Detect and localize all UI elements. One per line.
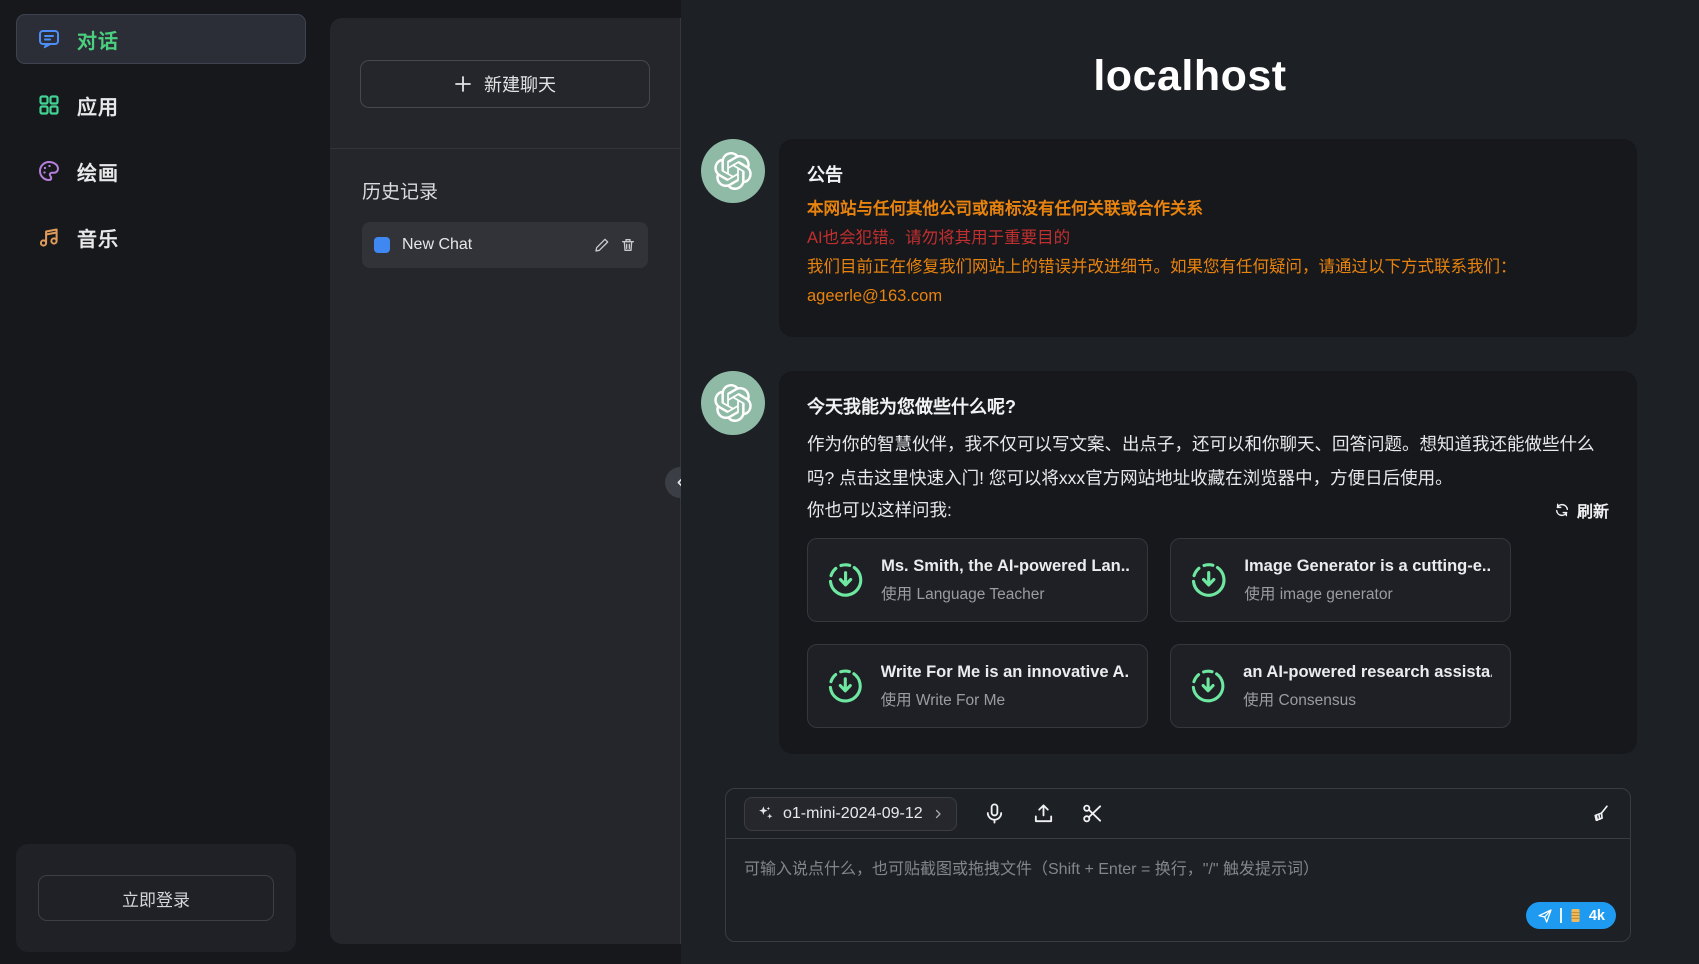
app-root: 对话 应用 绘画 音乐 (0, 0, 1699, 964)
refresh-label: 刷新 (1577, 498, 1609, 522)
model-selector[interactable]: o1-mini-2024-09-12 (744, 797, 957, 831)
chat-history-actions (594, 237, 636, 253)
sidebar: 对话 应用 绘画 音乐 (0, 0, 330, 964)
login-button[interactable]: 立即登录 (38, 875, 273, 921)
suggestion-title: an AI-powered research assista... (1243, 663, 1492, 682)
suggestion-card[interactable]: Write For Me is an innovative A... 使用 Wr… (807, 644, 1148, 728)
model-selector-label: o1-mini-2024-09-12 (783, 805, 923, 823)
broom-icon (1590, 803, 1612, 825)
sidebar-item-label: 音乐 (77, 223, 119, 252)
message-list: 公告 本网站与任何其他公司或商标没有任何关联或合作关系 AI也会犯错。请勿将其用… (681, 101, 1699, 754)
sidebar-item-chat[interactable]: 对话 (16, 14, 306, 64)
sidebar-item-label: 应用 (77, 91, 119, 120)
sidebar-nav: 对话 应用 绘画 音乐 (0, 0, 330, 262)
chat-bubble-icon (37, 27, 61, 51)
chevron-right-icon (932, 808, 944, 820)
sidebar-item-apps[interactable]: 应用 (16, 80, 306, 130)
token-count: 4k (1589, 908, 1605, 924)
badge-separator (1560, 908, 1562, 923)
suggestion-title: Ms. Smith, the AI-powered Lan... (881, 557, 1129, 576)
suggestion-grid: Ms. Smith, the AI-powered Lan... 使用 Lang… (807, 538, 1609, 728)
assistant-avatar (701, 371, 765, 435)
suggestion-title: Image Generator is a cutting-e... (1244, 557, 1492, 576)
composer-body: 可输入说点什么，也可贴截图或拖拽文件（Shift + Enter = 换行，"/… (726, 839, 1630, 941)
screenshot-button[interactable] (1081, 802, 1104, 825)
message-bubble: 今天我能为您做些什么呢? 作为你的智慧伙伴，我不仅可以写文案、出点子，还可以和你… (779, 371, 1637, 754)
new-chat-button[interactable]: 新建聊天 (360, 60, 650, 108)
composer: o1-mini-2024-09-12 可输入说点什么，也可贴截图或 (725, 788, 1631, 942)
assistant-message: 公告 本网站与任何其他公司或商标没有任何关联或合作关系 AI也会犯错。请勿将其用… (701, 139, 1637, 337)
announcement-line: 本网站与任何其他公司或商标没有任何关联或合作关系 (807, 195, 1609, 224)
message-input[interactable]: 可输入说点什么，也可贴截图或拖拽文件（Shift + Enter = 换行，"/… (744, 855, 1612, 879)
openai-logo-icon (714, 152, 752, 190)
clear-context-button[interactable] (1590, 803, 1612, 825)
music-note-icon (37, 225, 61, 249)
voice-input-button[interactable] (983, 802, 1006, 825)
paper-plane-icon (1537, 908, 1553, 924)
announcement-line: AI也会犯错。请勿将其用于重要目的 (807, 224, 1609, 253)
login-card: 立即登录 (16, 844, 296, 952)
upload-file-button[interactable] (1032, 802, 1055, 825)
welcome-heading: 今天我能为您做些什么呢? (807, 393, 1609, 419)
sidebar-item-drawing[interactable]: 绘画 (16, 146, 306, 196)
edit-icon[interactable] (594, 237, 610, 253)
sidebar-item-label: 对话 (77, 25, 119, 54)
arrow-down-circle-icon (826, 560, 865, 600)
scissors-icon (1081, 802, 1104, 825)
upload-icon (1032, 802, 1055, 825)
delete-icon[interactable] (620, 237, 636, 253)
assistant-avatar (701, 139, 765, 203)
suggestion-subtitle: 使用 image generator (1244, 582, 1492, 604)
microphone-icon (983, 802, 1006, 825)
suggestion-card[interactable]: Image Generator is a cutting-e... 使用 ima… (1170, 538, 1511, 622)
message-bubble: 公告 本网站与任何其他公司或商标没有任何关联或合作关系 AI也会犯错。请勿将其用… (779, 139, 1637, 337)
suggestion-subtitle: 使用 Write For Me (881, 688, 1129, 710)
chat-main: localhost 公告 本网站与任何其他公司或商标没有任何关联或合作关系 AI… (681, 0, 1699, 964)
send-token-badge[interactable]: 4k (1526, 902, 1616, 929)
page-title: localhost (681, 52, 1699, 101)
contact-email-link[interactable]: ageerle@163.com (807, 282, 1609, 311)
arrow-down-circle-icon (1189, 666, 1227, 706)
suggestion-card[interactable]: Ms. Smith, the AI-powered Lan... 使用 Lang… (807, 538, 1148, 622)
refresh-icon (1554, 502, 1570, 518)
announcement-line: 我们目前正在修复我们网站上的错误并改进细节。如果您有任何疑问，请通过以下方式联系… (807, 253, 1609, 282)
openai-logo-icon (714, 384, 752, 422)
chat-history-item[interactable]: New Chat (362, 222, 648, 268)
suggestion-subtitle: 使用 Language Teacher (881, 582, 1129, 604)
arrow-down-circle-icon (1189, 560, 1228, 600)
plus-icon (454, 75, 472, 93)
chat-color-swatch (374, 237, 390, 253)
refresh-suggestions-button[interactable]: 刷新 (1554, 498, 1609, 522)
suggestion-title: Write For Me is an innovative A... (881, 663, 1129, 682)
suggestion-card[interactable]: an AI-powered research assista... 使用 Con… (1170, 644, 1511, 728)
grid-icon (37, 93, 61, 117)
new-chat-label: 新建聊天 (484, 71, 556, 97)
history-title: 历史记录 (330, 149, 680, 222)
sidebar-item-label: 绘画 (77, 157, 119, 186)
ask-hint-row: 你也可以这样问我: 刷新 (807, 497, 1609, 522)
chat-history-title: New Chat (402, 236, 582, 254)
palette-icon (37, 159, 61, 183)
composer-toolbar: o1-mini-2024-09-12 (726, 789, 1630, 839)
chat-list-panel: 新建聊天 历史记录 New Chat (330, 18, 680, 944)
welcome-body: 作为你的智慧伙伴，我不仅可以写文案、出点子，还可以和你聊天、回答问题。想知道我还… (807, 427, 1609, 495)
coin-icon (1569, 908, 1582, 923)
sidebar-item-music[interactable]: 音乐 (16, 212, 306, 262)
suggestion-subtitle: 使用 Consensus (1243, 688, 1492, 710)
announcement-heading: 公告 (807, 161, 1609, 187)
arrow-down-circle-icon (826, 666, 865, 706)
sparkles-icon (757, 805, 774, 822)
ask-hint: 你也可以这样问我: (807, 497, 952, 522)
assistant-message: 今天我能为您做些什么呢? 作为你的智慧伙伴，我不仅可以写文案、出点子，还可以和你… (701, 371, 1637, 754)
